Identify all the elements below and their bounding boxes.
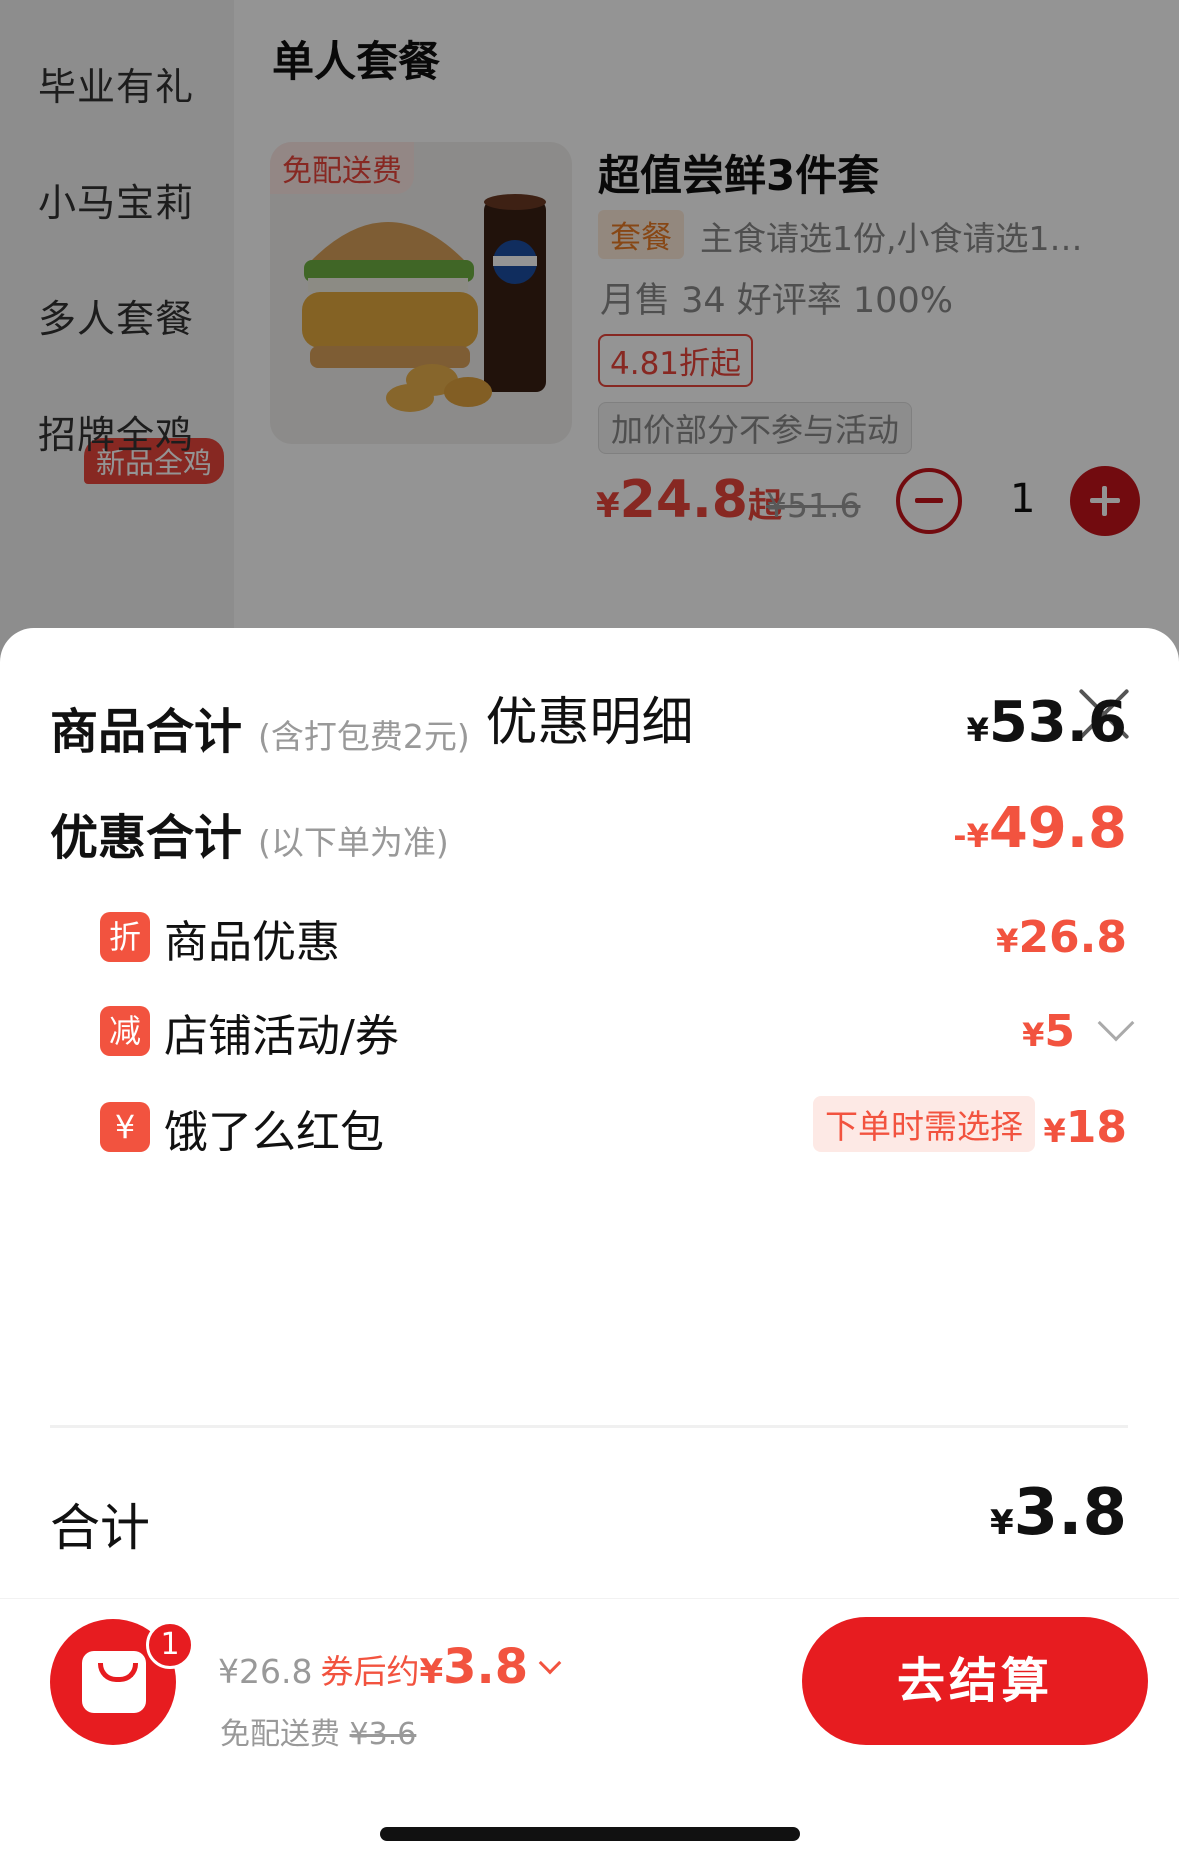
discount-item-value: ¥26.8 [996, 912, 1127, 963]
divider [50, 1425, 1128, 1428]
total-currency: ¥ [989, 1503, 1014, 1543]
delivery-old-fee: ¥3.6 [349, 1717, 417, 1752]
discount-item-store[interactable]: 减 店铺活动/券 ¥5 [100, 1000, 1135, 1062]
total-amount: 3.8 [1013, 1476, 1127, 1550]
discount-total-value: -¥49.8 [953, 796, 1127, 861]
cart-price-summary[interactable]: ¥26.8 券后约¥3.8 [218, 1639, 562, 1695]
discount-total-currency: -¥ [953, 817, 989, 855]
discount-item-label: 商品优惠 [164, 917, 340, 968]
discount-item-goods: 折 商品优惠 ¥26.8 [100, 906, 1127, 968]
discount-icon: 折 [100, 912, 150, 962]
checkout-button[interactable]: 去结算 [802, 1617, 1148, 1745]
bag-glyph [82, 1651, 146, 1713]
discount-item-amount: 18 [1065, 1102, 1127, 1153]
chevron-down-icon[interactable] [538, 1651, 562, 1675]
discount-detail-sheet: 优惠明细 商品合计 (含打包费2元) ¥53.6 优惠合计 (以下单为准) -¥49… [0, 628, 1179, 1598]
cart-after-coupon-label: 券后约 [320, 1652, 420, 1691]
cart-original-price: ¥26.8 [218, 1652, 313, 1691]
discount-item-currency: ¥ [1043, 1112, 1066, 1150]
cart-count-badge: 1 [146, 1621, 194, 1669]
goods-total-label: 商品合计 (含打包费2元) [50, 692, 470, 762]
home-indicator [380, 1827, 800, 1841]
discount-item-currency: ¥ [996, 922, 1019, 960]
total-value: ¥3.8 [990, 1476, 1127, 1550]
discount-item-value: ¥18 [1044, 1102, 1128, 1153]
goods-total-amount: 53.6 [988, 690, 1127, 755]
cart-bar: 1 ¥26.8 券后约¥3.8 免配送费 ¥3.6 去结算 [0, 1598, 1179, 1863]
total-label: 合计 [50, 1499, 150, 1557]
cart-delivery-info: 免配送费 ¥3.6 [220, 1709, 416, 1753]
reduction-icon: 减 [100, 1006, 150, 1056]
red-packet-icon: ¥ [100, 1102, 150, 1152]
chevron-down-icon[interactable] [1097, 1004, 1135, 1042]
discount-total-note: (以下单为准) [258, 823, 449, 862]
modal-overlay[interactable] [0, 0, 1179, 700]
cart-currency: ¥ [419, 1652, 444, 1692]
discount-item-label: 店铺活动/券 [164, 1011, 399, 1062]
goods-total-value: ¥53.6 [967, 690, 1127, 755]
discount-item-amount: 5 [1044, 1006, 1075, 1057]
delivery-label: 免配送费 [220, 1717, 340, 1752]
discount-total-title: 优惠合计 [50, 810, 243, 866]
discount-total-label: 优惠合计 (以下单为准) [50, 798, 449, 868]
discount-item-value: ¥5 [1022, 1006, 1075, 1057]
discount-item-label: 饿了么红包 [164, 1107, 384, 1158]
goods-total-title: 商品合计 [50, 704, 243, 760]
goods-total-currency: ¥ [966, 711, 989, 749]
goods-total-note: (含打包费2元) [258, 717, 470, 756]
discount-item-amount: 26.8 [1018, 912, 1127, 963]
cart-after-coupon-value: 3.8 [443, 1639, 529, 1695]
discount-item-red-packet: ¥ 饿了么红包 下单时需选择 ¥18 [100, 1096, 1128, 1158]
discount-item-currency: ¥ [1022, 1016, 1045, 1054]
select-at-checkout-tag: 下单时需选择 [813, 1096, 1035, 1152]
discount-total-amount: 49.8 [988, 796, 1127, 861]
